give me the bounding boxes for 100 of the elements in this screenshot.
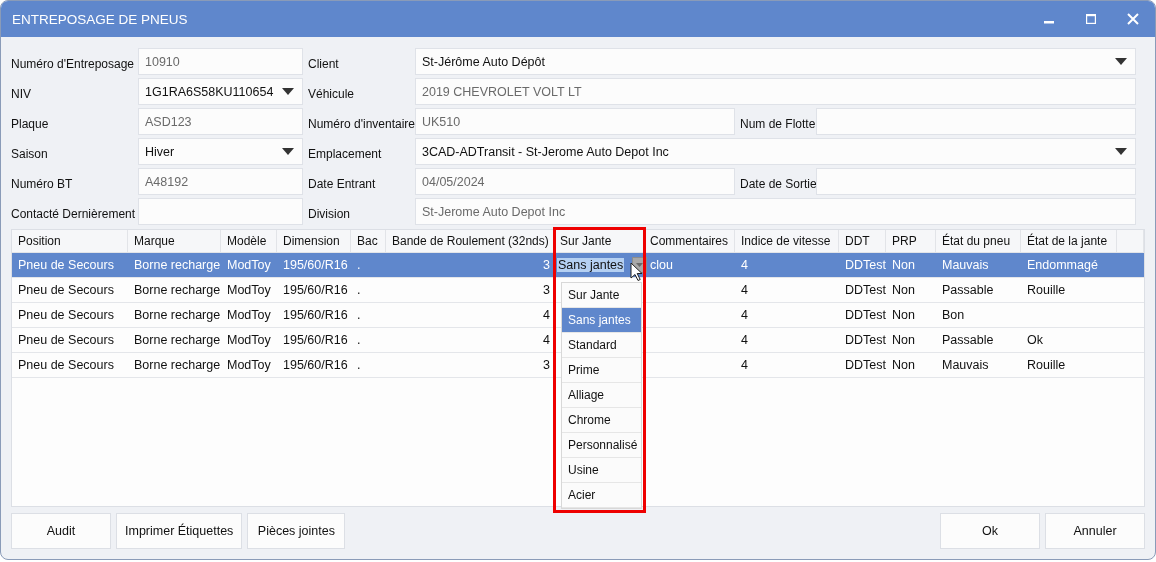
table-cell-text: ModToy [226,257,272,274]
dropdown-option[interactable]: Alliage [562,383,641,408]
table-cell-text: Borne recharge [133,332,221,349]
field-label: Numéro d'inventaire [307,116,415,133]
minimize-icon [1044,21,1054,24]
table-cell-text: 195/60/R16 [282,332,349,349]
table-cell-text: Bon [941,307,966,324]
table-cell-text: Non [891,307,916,324]
field-label: Saison [11,146,49,163]
text-field[interactable] [138,198,303,225]
action-button[interactable]: Pièces jointes [247,513,346,549]
column-header[interactable]: Modèle [221,230,277,252]
table-cell-text: Non [891,332,916,349]
column-header[interactable]: État du pneu [936,230,1021,252]
table-cell-text: 3 [542,257,551,274]
column-header[interactable]: Sur Jante [554,230,644,252]
text-field[interactable] [816,168,1136,195]
text-field[interactable] [816,108,1136,135]
table-cell-text: Pneu de Secours [17,257,115,274]
dropdown-option[interactable]: Prime [562,358,641,383]
table-cell-text: 3 [542,357,551,374]
text-field[interactable]: 04/05/2024 [415,168,735,195]
table-cell-text: 4 [740,332,749,349]
table-cell-text: Mauvais [941,257,990,274]
caret-icon [282,148,294,155]
text-field[interactable]: St-Jerome Auto Depot Inc [415,198,1136,225]
selected-row[interactable]: Pneu de Secours Borne recharge ModToy 195/60/R16 . 3 Sans jantes clou 4 DDTest Non Mauvais Endommagé [12,253,1144,278]
table-cell-text: Borne recharge [133,257,221,274]
table-cell-text: 4 [740,282,749,299]
column-header[interactable]: État de la jante [1021,230,1117,252]
table-cell-text: 3 [542,282,551,299]
table-cell-text: Non [891,257,916,274]
text-field[interactable]: ASD123 [138,108,303,135]
field-label: Division [307,206,351,223]
table-cell-text: 4 [740,357,749,374]
dropdown-option[interactable]: Personnalisé [562,433,641,458]
text-field[interactable]: UK510 [415,108,735,135]
text-field[interactable]: 2019 CHEVROLET VOLT LT [415,78,1136,105]
table-cell-text: Pneu de Secours [17,357,115,374]
column-header[interactable]: Dimension [277,230,351,252]
table-cell-text: 4 [542,332,551,349]
table-cell-text: Pneu de Secours [17,307,115,324]
dropdown-option[interactable]: Sans jantes [562,308,641,333]
column-header[interactable]: Commentaires [644,230,735,252]
table-cell-text: ModToy [226,307,272,324]
text-field[interactable]: 10910 [138,48,303,75]
dropdown-field[interactable]: 3CAD-ADTransit - St-Jerome Auto Depot Inc [415,138,1136,165]
window-title: ENTREPOSAGE DE PNEUS [12,11,189,27]
table-cell-text: 4 [740,307,749,324]
table-cell-text: Borne recharge [133,307,221,324]
field-label: Numéro d'Entreposage [11,56,136,73]
field-label: Date de Sortie [739,176,816,193]
column-header[interactable]: Position [12,230,128,252]
column-header[interactable]: Marque [128,230,221,252]
caret-icon [282,88,294,95]
table-cell-text: 195/60/R16 [282,282,349,299]
dropdown-option[interactable]: Standard [562,333,641,358]
table-cell-text: . [356,332,362,349]
text-field[interactable]: A48192 [138,168,303,195]
dialog-button[interactable]: Annuler [1045,513,1145,549]
dropdown-field[interactable]: Hiver [138,138,303,165]
table-cell-text: Rouille [1026,357,1067,374]
table-cell-text: . [356,307,362,324]
table-cell-text: DDTest [844,307,886,324]
table-cell-text: . [356,357,362,374]
column-header[interactable]: PRP [886,230,936,252]
field-label: Date Entrant [307,176,377,193]
field-label: Plaque [11,116,50,133]
table-cell-text: . [356,282,362,299]
maximize-icon [1086,14,1096,24]
table-cell-text: DDTest [844,257,886,274]
action-button[interactable]: Imprimer Étiquettes [116,513,243,549]
table-cell-text: 195/60/R16 [282,357,349,374]
dialog-button[interactable]: Ok [940,513,1040,549]
column-header[interactable]: Indice de vitesse [735,230,839,252]
table-cell-text: ModToy [226,332,272,349]
table-cell-text: Passable [941,332,995,349]
field-label: Emplacement [307,146,383,163]
table-cell-text: Non [891,357,916,374]
caret-icon [636,263,644,267]
table-cell-text: Endommagé [1026,257,1099,274]
dropdown-option[interactable]: Acier [562,483,641,508]
dropdown-option[interactable]: Chrome [562,408,641,433]
table-cell-text: Pneu de Secours [17,332,115,349]
dropdown-field[interactable]: 1G1RA6S58KU110654 [138,78,303,105]
column-header[interactable]: Bande de Roulement (32nds) [386,230,554,252]
table-cell-text: 195/60/R16 [282,257,349,274]
table-cell-text: Borne recharge [133,357,221,374]
table-cell-text: 195/60/R16 [282,307,349,324]
table-cell-text: Borne recharge [133,282,221,299]
dropdown-option[interactable]: Usine [562,458,641,483]
close-icon [1127,13,1139,25]
dropdown-field[interactable]: St-Jérôme Auto Dépôt [415,48,1136,75]
action-button[interactable]: Audit [11,513,111,549]
table-cell-text: Rouille [1026,282,1067,299]
column-header[interactable]: DDT [839,230,886,252]
column-header[interactable]: Bac [351,230,386,252]
table-cell-text: DDTest [844,357,886,374]
caret-icon [1115,58,1127,65]
field-label: Véhicule [307,86,356,103]
